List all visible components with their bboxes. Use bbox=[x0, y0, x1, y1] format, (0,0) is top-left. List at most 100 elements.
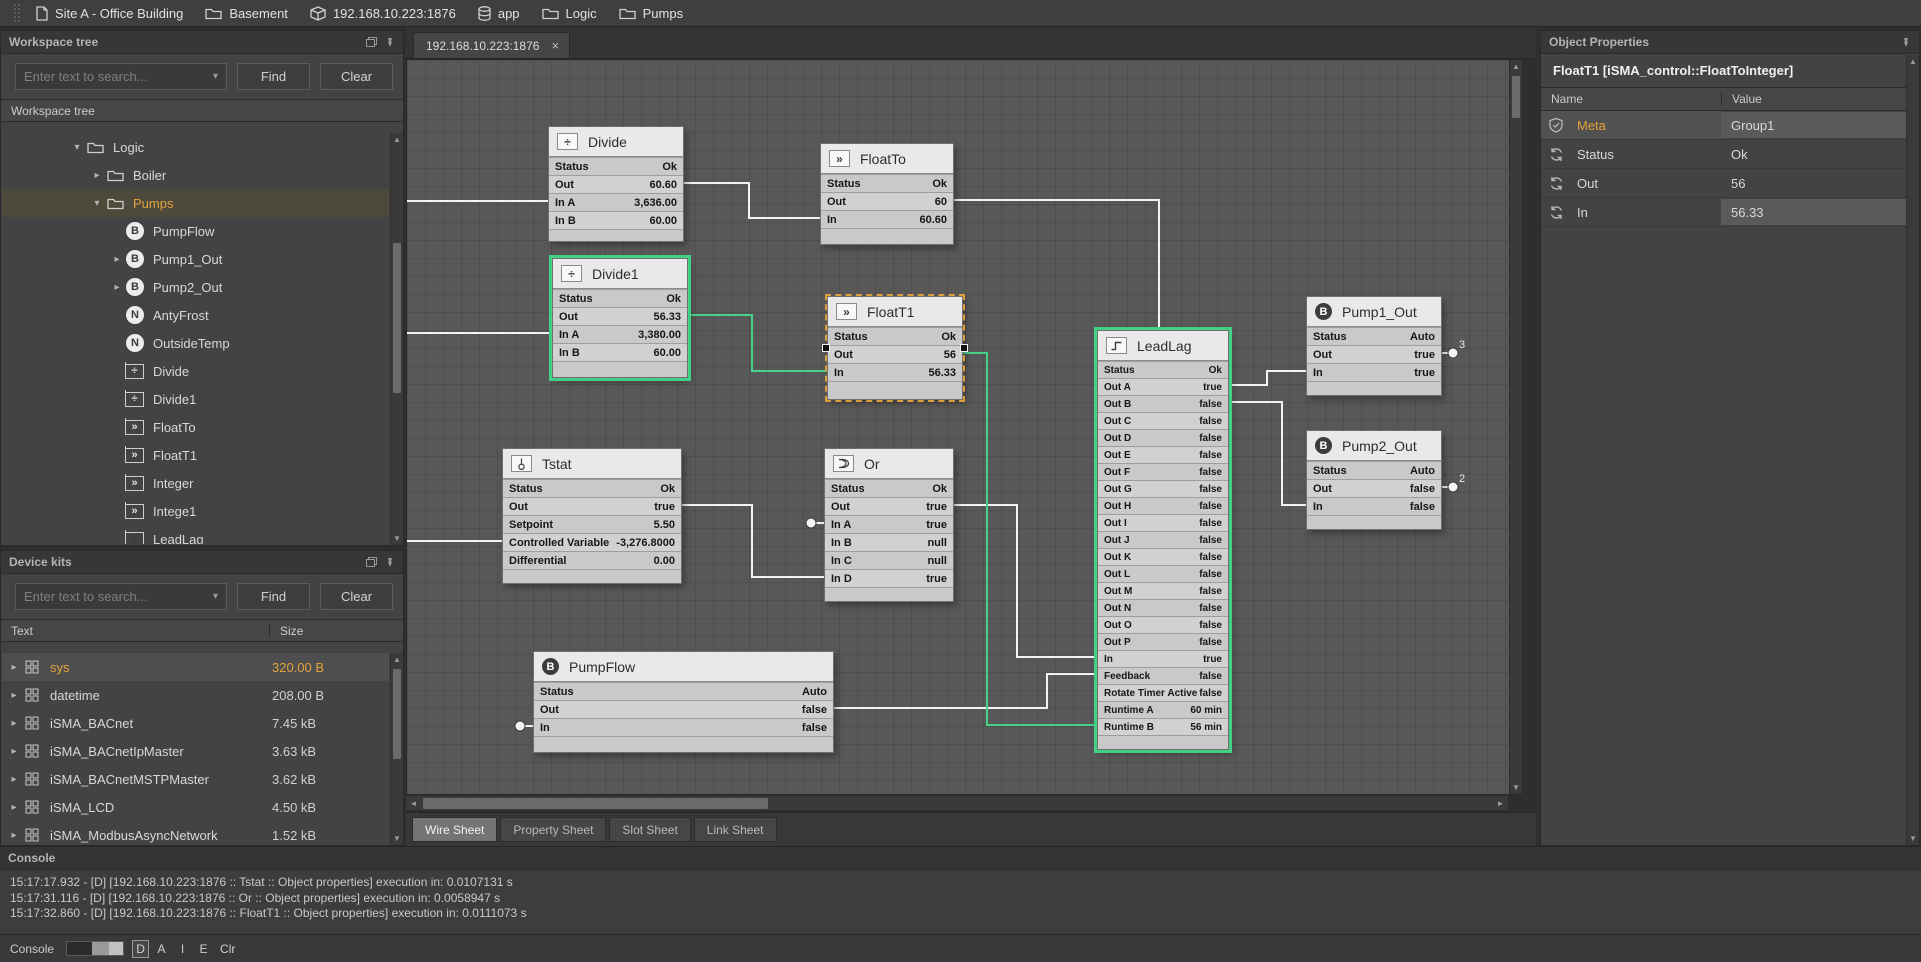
slot-row[interactable]: Out60.60 bbox=[549, 175, 683, 193]
slot-row[interactable]: In Atrue bbox=[825, 515, 953, 533]
scroll-up-icon[interactable]: ▲ bbox=[391, 133, 403, 146]
block-divide[interactable]: ÷DivideStatusOkOut60.60In A3,636.00In B6… bbox=[548, 126, 684, 242]
wire[interactable] bbox=[954, 200, 1159, 330]
workspace-tree-search-input[interactable] bbox=[24, 69, 213, 84]
close-icon[interactable]: × bbox=[551, 38, 559, 53]
tree-item-outsidetemp[interactable]: NOutsideTemp bbox=[2, 329, 389, 357]
selection-handle[interactable] bbox=[960, 344, 968, 352]
slot-row[interactable]: StatusOk bbox=[553, 289, 687, 307]
breadcrumb-item[interactable]: 192.168.10.223:1876 bbox=[310, 6, 456, 21]
kit-row-isma_bacnetipmaster[interactable]: ▸iSMA_BACnetIpMaster3.63 kB bbox=[2, 737, 389, 765]
slot-row[interactable]: Out56.33 bbox=[553, 307, 687, 325]
wire-sheet-canvas[interactable]: 32 ▲ ▼ ÷DivideStatusOkOut60.60In A3,636.… bbox=[406, 59, 1522, 795]
scrollbar-thumb[interactable] bbox=[423, 798, 768, 809]
tree-item-boiler[interactable]: ▸Boiler bbox=[2, 161, 389, 189]
slot-row[interactable]: Controlled Variable-3,276.8000 bbox=[503, 533, 681, 551]
tree-item-antyfrost[interactable]: NAntyFrost bbox=[2, 301, 389, 329]
console-filter-d[interactable]: D bbox=[132, 940, 149, 958]
tab-link-sheet[interactable]: Link Sheet bbox=[694, 817, 777, 842]
console-filter-clr[interactable]: Clr bbox=[216, 940, 239, 958]
slot-row[interactable]: Out Ofalse bbox=[1098, 616, 1228, 633]
link-dot-icon[interactable] bbox=[1448, 482, 1458, 492]
canvas-horizontal-scrollbar[interactable]: ◄ ► bbox=[406, 795, 1508, 810]
property-row-in[interactable]: In56.33 bbox=[1541, 198, 1919, 227]
slot-row[interactable]: Intrue bbox=[1307, 363, 1441, 381]
slot-row[interactable]: Out Bfalse bbox=[1098, 395, 1228, 412]
console-filter-e[interactable]: E bbox=[195, 940, 212, 958]
chevron-collapsed-icon[interactable]: ▸ bbox=[6, 802, 22, 813]
wire[interactable] bbox=[954, 505, 1097, 657]
slot-row[interactable]: Rotate Timer Activefalse bbox=[1098, 684, 1228, 701]
wire[interactable] bbox=[834, 674, 1097, 708]
tab-slot-sheet[interactable]: Slot Sheet bbox=[609, 817, 690, 842]
slot-row[interactable]: Outtrue bbox=[825, 497, 953, 515]
tree-item-pump1_out[interactable]: ▸BPump1_Out bbox=[2, 245, 389, 273]
slot-row[interactable]: Infalse bbox=[534, 718, 833, 736]
slot-row[interactable]: Out Hfalse bbox=[1098, 497, 1228, 514]
slot-row[interactable]: Differential0.00 bbox=[503, 551, 681, 569]
workspace-tree-scrollbar[interactable]: ▲ ▼ bbox=[390, 133, 403, 545]
selection-handle[interactable] bbox=[822, 344, 830, 352]
pin-icon[interactable] bbox=[385, 557, 395, 568]
device-kits-search-input[interactable] bbox=[24, 589, 213, 604]
slot-row[interactable]: Out Nfalse bbox=[1098, 599, 1228, 616]
block-floatt1[interactable]: »FloatT1StatusOkOut56In56.33 bbox=[827, 296, 963, 400]
scrollbar-thumb[interactable] bbox=[1512, 76, 1520, 118]
slot-row[interactable]: Out Pfalse bbox=[1098, 633, 1228, 650]
slot-row[interactable]: Runtime A60 min bbox=[1098, 701, 1228, 718]
kit-row-isma_bacnet[interactable]: ▸iSMA_BACnet7.45 kB bbox=[2, 709, 389, 737]
slot-row[interactable]: StatusOk bbox=[825, 479, 953, 497]
slot-row[interactable]: In A3,380.00 bbox=[553, 325, 687, 343]
console-filter-a[interactable]: A bbox=[153, 940, 170, 958]
slot-row[interactable]: In A3,636.00 bbox=[549, 193, 683, 211]
slot-row[interactable]: Out Jfalse bbox=[1098, 531, 1228, 548]
slot-row[interactable]: Out Efalse bbox=[1098, 446, 1228, 463]
slot-row[interactable]: Outtrue bbox=[503, 497, 681, 515]
chevron-down-icon[interactable]: ▾ bbox=[213, 71, 218, 82]
tree-item-intege1[interactable]: »Intege1 bbox=[2, 497, 389, 525]
pin-icon[interactable] bbox=[385, 37, 395, 48]
slot-row[interactable]: Setpoint5.50 bbox=[503, 515, 681, 533]
link-dot-icon[interactable] bbox=[515, 721, 525, 731]
tab-property-sheet[interactable]: Property Sheet bbox=[500, 817, 606, 842]
slot-row[interactable]: In Bnull bbox=[825, 533, 953, 551]
chevron-collapsed-icon[interactable]: ▸ bbox=[109, 282, 125, 293]
kit-row-datetime[interactable]: ▸datetime208.00 B bbox=[2, 681, 389, 709]
slot-row[interactable]: Feedbackfalse bbox=[1098, 667, 1228, 684]
link-dot-icon[interactable] bbox=[1448, 348, 1458, 358]
document-tab[interactable]: 192.168.10.223:1876 × bbox=[413, 32, 570, 58]
slot-row[interactable]: StatusAuto bbox=[534, 682, 833, 700]
block-or[interactable]: OrStatusOkOuttrueIn AtrueIn BnullIn Cnul… bbox=[824, 448, 954, 602]
link-dot-icon[interactable] bbox=[806, 518, 816, 528]
slot-row[interactable]: In Dtrue bbox=[825, 569, 953, 587]
window-icon[interactable] bbox=[366, 557, 377, 567]
console-level-widget[interactable] bbox=[66, 941, 124, 956]
workspace-tree-find-button[interactable]: Find bbox=[237, 63, 310, 90]
property-value[interactable]: 56 bbox=[1721, 170, 1917, 196]
slot-row[interactable]: Out56 bbox=[828, 345, 962, 363]
slot-row[interactable]: Runtime B56 min bbox=[1098, 718, 1228, 735]
tree-item-pump2_out[interactable]: ▸BPump2_Out bbox=[2, 273, 389, 301]
tree-item-logic[interactable]: ▾Logic bbox=[2, 133, 389, 161]
scroll-left-icon[interactable]: ◄ bbox=[406, 796, 421, 811]
slot-row[interactable]: StatusAuto bbox=[1307, 327, 1441, 345]
device-kits-searchbox[interactable]: ▾ bbox=[15, 583, 227, 610]
toolbar-grip[interactable] bbox=[14, 4, 20, 22]
slot-row[interactable]: Outfalse bbox=[534, 700, 833, 718]
slot-row[interactable]: Out Mfalse bbox=[1098, 582, 1228, 599]
chevron-collapsed-icon[interactable]: ▸ bbox=[6, 718, 22, 729]
chevron-collapsed-icon[interactable]: ▸ bbox=[6, 746, 22, 757]
scrollbar-thumb[interactable] bbox=[393, 243, 401, 393]
chevron-down-icon[interactable]: ▾ bbox=[213, 591, 218, 602]
device-kits-find-button[interactable]: Find bbox=[237, 583, 310, 610]
slot-row[interactable]: Out Dfalse bbox=[1098, 429, 1228, 446]
chevron-collapsed-icon[interactable]: ▸ bbox=[89, 170, 105, 181]
block-leadlag[interactable]: LeadLagStatusOkOut AtrueOut BfalseOut Cf… bbox=[1097, 330, 1229, 750]
property-row-out[interactable]: Out56 bbox=[1541, 169, 1919, 198]
breadcrumb-item[interactable]: Pumps bbox=[619, 6, 683, 21]
tab-wire-sheet[interactable]: Wire Sheet bbox=[412, 817, 497, 842]
breadcrumb-item[interactable]: Basement bbox=[205, 6, 288, 21]
workspace-tree-searchbox[interactable]: ▾ bbox=[15, 63, 227, 90]
slot-row[interactable]: Out Atrue bbox=[1098, 378, 1228, 395]
chevron-collapsed-icon[interactable]: ▸ bbox=[6, 830, 22, 841]
